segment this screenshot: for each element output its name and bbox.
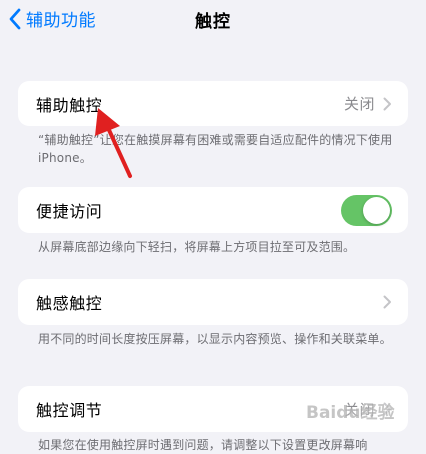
haptic-touch-label: 触感触控 <box>36 294 103 313</box>
assistive-touch-row[interactable]: 辅助触控 关闭 <box>18 81 408 126</box>
haptic-touch-footer: 用不同的时间长度按压屏幕，以显示内容预览、操作和关联菜单。 <box>38 332 392 346</box>
navigation-bar: 辅助功能 触控 <box>0 0 426 44</box>
chevron-right-icon <box>383 97 391 110</box>
touch-accommodations-footer: 如果您在使用触控屏时遇到问题，请调整以下设置更改屏幕响 <box>38 438 368 452</box>
touch-accommodations-value: 关闭 <box>343 400 375 419</box>
reachability-footer: 从屏幕底部边缘向下轻扫，将屏幕上方项目拉至可及范围。 <box>38 240 356 254</box>
chevron-right-icon <box>383 295 391 309</box>
assistive-touch-label: 辅助触控 <box>36 95 103 115</box>
assistive-touch-value: 关闭 <box>343 95 375 113</box>
reachability-row: 便捷访问 <box>18 187 408 233</box>
toggle-knob <box>363 196 390 224</box>
chevron-right-icon <box>383 402 391 416</box>
page-title: 触控 <box>195 12 231 32</box>
touch-accommodations-row[interactable]: 触控调节 关闭 <box>18 386 408 432</box>
reachability-label: 便捷访问 <box>36 202 103 221</box>
touch-accommodations-label: 触控调节 <box>36 401 103 420</box>
reachability-toggle[interactable] <box>341 194 392 226</box>
assistive-touch-footer: “辅助触控”让您在触摸屏幕有困难或需要自适应配件的情况下使用iPhone。 <box>38 133 393 165</box>
haptic-touch-row[interactable]: 触感触控 <box>18 279 408 325</box>
